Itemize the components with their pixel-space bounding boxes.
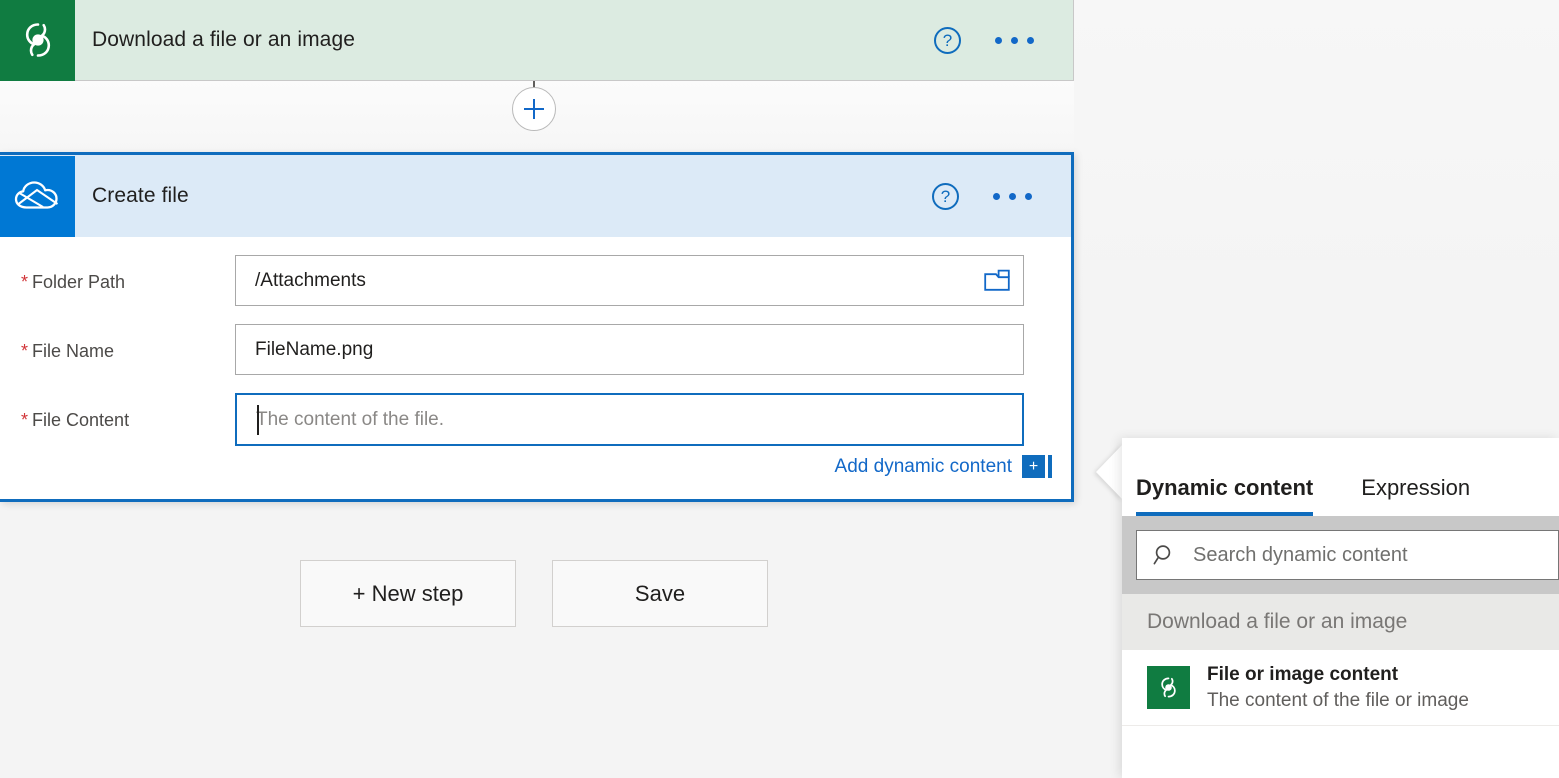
dynamic-content-group-header: Download a file or an image (1122, 594, 1559, 650)
step-header-create-file: Create file ? (0, 155, 1071, 237)
plus-icon (524, 99, 544, 119)
more-commands-icon[interactable] (993, 193, 1032, 200)
new-step-button[interactable]: + New step (300, 560, 516, 627)
step-actions-download: ? (934, 27, 1073, 54)
step-title-download: Download a file or an image (92, 28, 355, 52)
onedrive-business-swirl-icon (15, 17, 61, 63)
dynamic-content-item-description: The content of the file or image (1207, 688, 1469, 714)
required-asterisk: * (21, 272, 28, 292)
folder-path-input[interactable] (235, 255, 1024, 306)
insert-new-step-button[interactable] (512, 87, 556, 131)
dynamic-content-item-name: File or image content (1207, 662, 1469, 688)
step-icon-tile-create-file (0, 156, 75, 237)
panel-callout-pointer (1096, 444, 1123, 500)
tab-expression[interactable]: Expression (1361, 475, 1470, 516)
field-input-wrap-file-content (235, 393, 1024, 446)
dynamic-content-item-text: File or image content The content of the… (1207, 662, 1469, 713)
search-dynamic-content-input[interactable] (1191, 543, 1558, 568)
field-label-file-name: *File Name (0, 324, 235, 362)
help-icon[interactable]: ? (934, 27, 961, 54)
flow-footer-buttons: + New step Save (0, 560, 1074, 670)
form-row-file-content: *File Content (0, 393, 1071, 446)
field-label-file-content: *File Content (0, 393, 235, 431)
dynamic-content-search-band (1122, 516, 1559, 594)
dynamic-content-tabs: Dynamic content Expression (1122, 438, 1559, 516)
form-row-file-name: *File Name (0, 324, 1071, 375)
dynamic-content-panel: Dynamic content Expression Download a fi… (1122, 438, 1559, 778)
step-card-download-a-file-or-an-image[interactable]: Download a file or an image ? (0, 0, 1074, 81)
dynamic-content-item-icon (1147, 666, 1190, 709)
required-asterisk: * (21, 410, 28, 430)
step-actions-create-file: ? (932, 183, 1071, 210)
dynamic-content-item-file-or-image-content[interactable]: File or image content The content of the… (1122, 650, 1559, 726)
more-commands-icon[interactable] (995, 37, 1034, 44)
add-dynamic-content-link[interactable]: Add dynamic content (835, 456, 1012, 478)
tab-dynamic-content[interactable]: Dynamic content (1136, 475, 1313, 516)
onedrive-business-swirl-icon (1155, 674, 1182, 701)
dynamic-content-search-box[interactable] (1136, 530, 1559, 580)
flow-designer-canvas: Download a file or an image ? Create fil… (0, 0, 1559, 778)
add-dynamic-content-plus-icon[interactable]: + (1022, 455, 1045, 478)
text-caret (257, 405, 259, 435)
add-dynamic-content-row: Add dynamic content + (0, 455, 1045, 478)
help-icon[interactable]: ? (932, 183, 959, 210)
create-file-form: *Folder Path *File Name (0, 255, 1071, 478)
file-content-input[interactable] (235, 393, 1024, 446)
save-button[interactable]: Save (552, 560, 768, 627)
search-icon (1153, 543, 1177, 567)
field-input-wrap-file-name (235, 324, 1024, 375)
step-icon-tile-download (0, 0, 75, 81)
file-name-input[interactable] (235, 324, 1024, 375)
required-asterisk: * (21, 341, 28, 361)
step-card-create-file[interactable]: Create file ? *Folder Path (0, 152, 1074, 502)
form-row-folder-path: *Folder Path (0, 255, 1071, 306)
onedrive-cloud-icon (13, 177, 63, 215)
field-input-wrap-folder-path (235, 255, 1024, 306)
field-label-folder-path: *Folder Path (0, 255, 235, 293)
step-title-create-file: Create file (92, 184, 189, 208)
